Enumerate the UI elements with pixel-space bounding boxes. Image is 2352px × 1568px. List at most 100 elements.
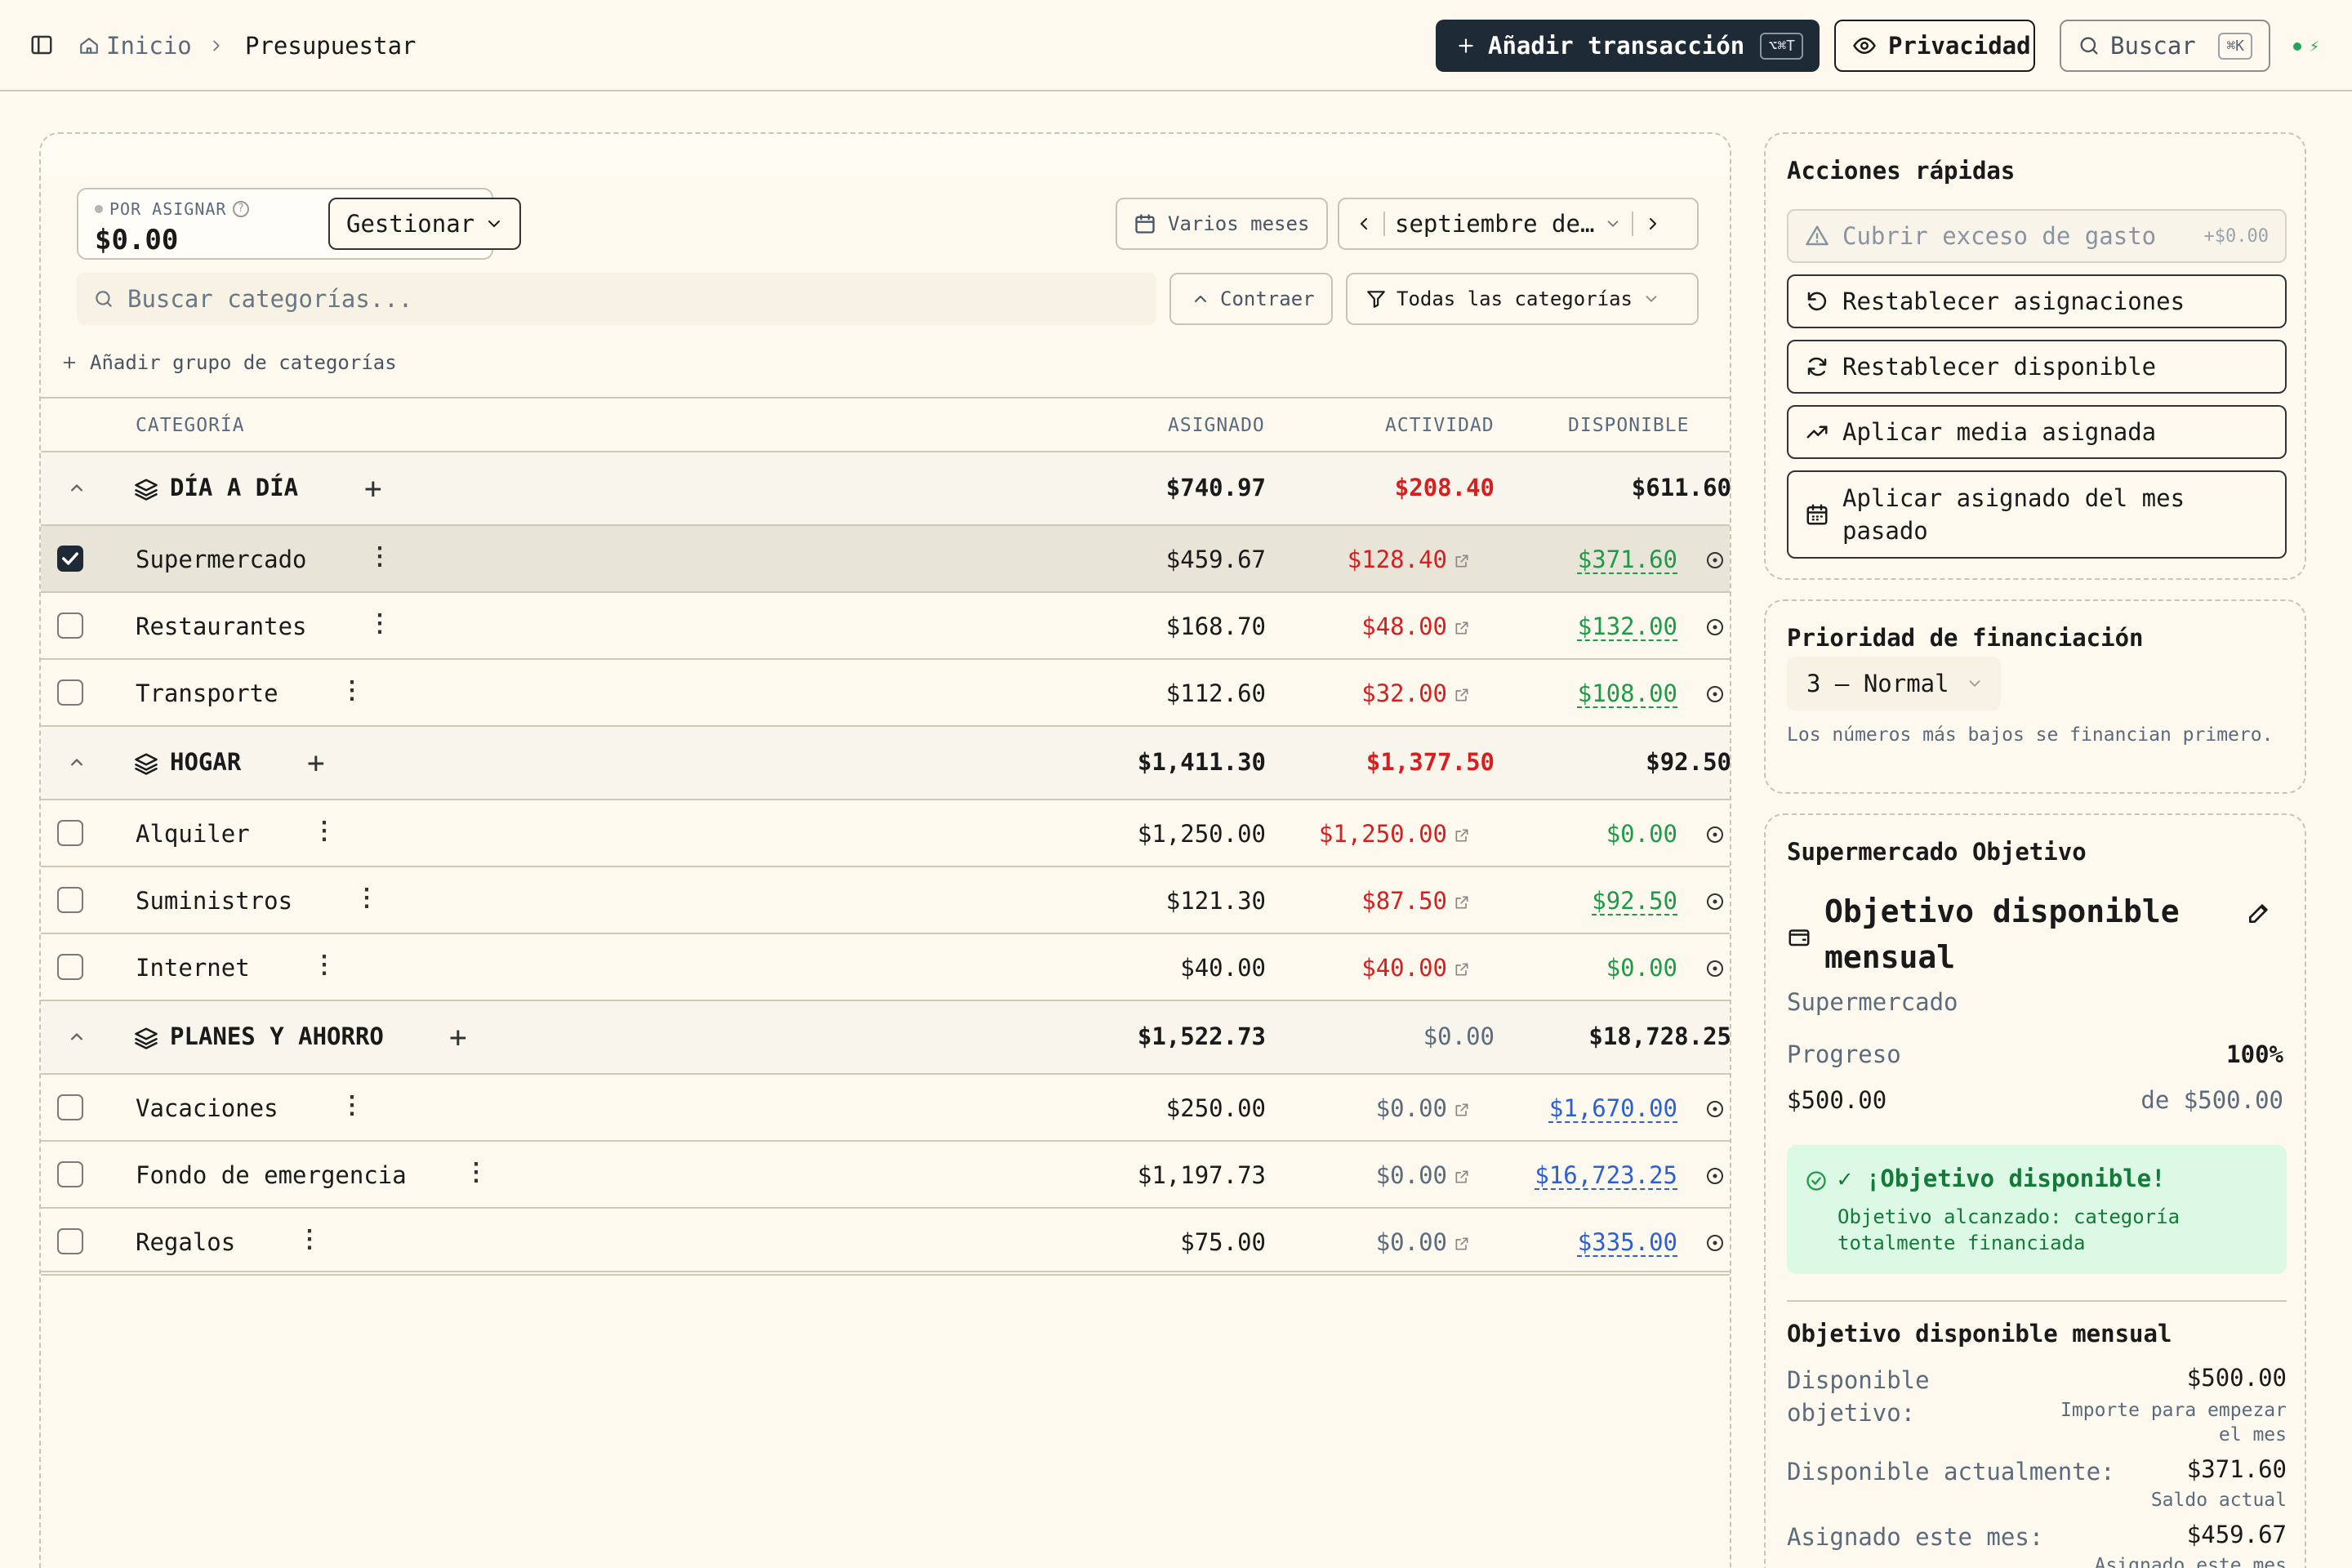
budget-table: CATEGORÍA ASIGNADO ACTIVIDAD DISPONIBLE … [41,397,1731,1276]
apply-average-button[interactable]: Aplicar media asignada [1787,405,2287,459]
breadcrumb-separator-icon [207,28,225,64]
collapse-button[interactable]: Contraer [1169,273,1333,325]
category-row[interactable]: Alquiler ⋮ $1,250.00 $1,250.00 $0.00 [41,800,1730,867]
info-icon[interactable] [1705,550,1725,570]
header-assigned: ASIGNADO [1168,415,1265,436]
info-icon[interactable] [1705,1099,1725,1119]
category-available[interactable]: $335.00 [1432,1228,1677,1256]
pencil-icon[interactable] [2246,900,2272,926]
chevron-up-icon[interactable] [65,477,88,500]
search-label: Buscar [2110,32,2196,60]
multi-month-button[interactable]: Varios meses [1116,198,1328,250]
more-vertical-icon[interactable]: ⋮ [312,817,336,845]
category-row[interactable]: Restaurantes ⋮ $168.70 $48.00 $132.00 [41,593,1730,660]
cover-overspend-label: Cubrir exceso de gasto [1842,222,2157,250]
cover-overspend-button[interactable]: Cubrir exceso de gasto +$0.00 [1787,209,2287,263]
category-row[interactable]: Regalos ⋮ $75.00 $0.00 $335.00 [41,1209,1730,1276]
category-name: Restaurantes [136,612,307,640]
category-row[interactable]: Supermercado ⋮ $459.67 $128.40 $371.60 [41,526,1730,593]
row-checkbox[interactable] [57,820,83,846]
group-available: $18,728.25 [1588,1022,1731,1050]
category-group-row[interactable]: DÍA A DÍA + $740.97 $208.40 $611.60 [41,452,1731,526]
info-icon[interactable] [1705,1233,1725,1253]
add-category-group-button[interactable]: Añadir grupo de categorías [60,351,397,374]
more-vertical-icon[interactable]: ⋮ [368,609,392,638]
row-checkbox[interactable] [57,612,83,639]
chevron-left-icon[interactable] [1354,214,1374,234]
category-filter-dropdown[interactable]: Todas las categorías [1346,273,1699,325]
more-vertical-icon[interactable]: ⋮ [297,1225,322,1254]
category-available[interactable]: $371.60 [1432,546,1677,573]
info-icon[interactable] [1705,684,1725,704]
search-button[interactable]: Buscar ⌘K [2060,20,2270,72]
group-name: PLANES Y AHORRO [170,1022,384,1050]
more-vertical-icon[interactable]: ⋮ [354,884,379,912]
goal-current-value: $371.60 [2186,1455,2287,1483]
info-icon[interactable] [1705,617,1725,637]
category-available[interactable]: $0.00 [1432,820,1677,848]
more-vertical-icon[interactable]: ⋮ [340,1091,364,1120]
more-vertical-icon[interactable]: ⋮ [464,1158,488,1187]
category-group-row[interactable]: PLANES Y AHORRO + $1,522.73 $0.00 $18,72… [41,1001,1731,1075]
collapse-label: Contraer [1220,287,1315,310]
add-category-icon[interactable]: + [364,472,382,506]
chevron-up-icon[interactable] [65,751,88,774]
info-icon[interactable] [1705,892,1725,911]
add-category-icon[interactable]: + [449,1021,467,1054]
more-vertical-icon[interactable]: ⋮ [312,951,336,979]
row-checkbox[interactable] [57,679,83,706]
sidebar-toggle-icon[interactable] [29,33,54,57]
category-row[interactable]: Transporte ⋮ $112.60 $32.00 $108.00 [41,660,1730,727]
chevron-up-icon[interactable] [65,1026,88,1049]
month-selector[interactable]: septiembre de… [1338,198,1699,250]
row-checkbox[interactable] [57,1094,83,1120]
help-icon[interactable]: ? [233,201,250,217]
category-available[interactable]: $16,723.25 [1432,1161,1677,1189]
chevron-right-icon[interactable] [1643,214,1663,234]
category-available[interactable]: $132.00 [1432,612,1677,640]
add-transaction-button[interactable]: Añadir transacción ⌥⌘T [1436,20,1820,72]
search-shortcut: ⌘K [2218,32,2252,60]
more-vertical-icon[interactable]: ⋮ [340,676,364,705]
category-row[interactable]: Vacaciones ⋮ $250.00 $0.00 $1,670.00 [41,1075,1730,1142]
category-available[interactable]: $0.00 [1432,954,1677,982]
breadcrumb-current: Presupuestar [245,32,416,60]
row-checkbox[interactable] [57,1161,83,1187]
category-group-row[interactable]: HOGAR + $1,411.30 $1,377.50 $92.50 [41,727,1731,800]
category-available[interactable]: $1,670.00 [1432,1094,1677,1122]
info-icon[interactable] [1705,1166,1725,1186]
goal-target-label: Disponible objetivo: [1787,1366,1930,1427]
reset-assigned-label: Restablecer asignaciones [1842,287,2185,315]
plus-icon [63,356,76,369]
more-vertical-icon[interactable]: ⋮ [368,542,392,571]
priority-select[interactable]: 3 — Normal [1787,657,2001,710]
category-row[interactable]: Suministros ⋮ $121.30 $87.50 $92.50 [41,867,1730,934]
breadcrumb-home[interactable]: Inicio [78,28,192,64]
reset-assigned-button[interactable]: Restablecer asignaciones [1787,274,2287,328]
manage-button[interactable]: Gestionar [328,198,521,250]
reset-available-button[interactable]: Restablecer disponible [1787,340,2287,394]
category-name: Alquiler [136,820,250,848]
funding-priority-title: Prioridad de financiación [1787,624,2144,652]
info-icon[interactable] [1705,825,1725,844]
group-name: HOGAR [170,748,242,776]
info-icon[interactable] [1705,959,1725,978]
privacy-button[interactable]: Privacidad [1834,20,2035,72]
goal-assigned-sub: Asignado este mes [2094,1555,2287,1568]
category-name: Regalos [136,1228,236,1256]
apply-last-month-button[interactable]: Aplicar asignado del mes pasado [1787,470,2287,559]
row-checkbox[interactable] [57,887,83,913]
category-search-input[interactable]: Buscar categorías... [77,273,1156,325]
goal-panel-title: Supermercado Objetivo [1787,838,2087,866]
row-checkbox[interactable] [57,546,83,572]
category-available[interactable]: $92.50 [1432,887,1677,915]
goal-success-banner: ✓ ¡Objetivo disponible! Objetivo alcanza… [1787,1145,2287,1274]
category-available[interactable]: $108.00 [1432,679,1677,707]
chevron-up-icon [1195,296,1206,302]
category-row[interactable]: Fondo de emergencia ⋮ $1,197.73 $0.00 $1… [41,1142,1730,1209]
category-name: Suministros [136,887,293,915]
row-checkbox[interactable] [57,1228,83,1254]
add-category-icon[interactable]: + [307,746,325,780]
row-checkbox[interactable] [57,954,83,980]
category-row[interactable]: Internet ⋮ $40.00 $40.00 $0.00 [41,934,1730,1001]
